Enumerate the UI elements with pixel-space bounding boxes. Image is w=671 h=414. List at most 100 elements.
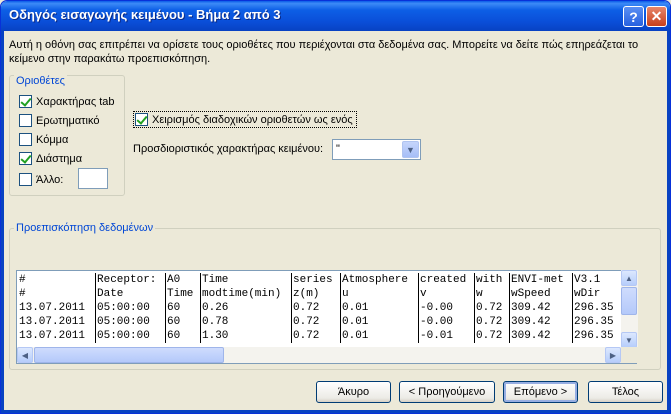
preview-cell: -0.00: [419, 315, 475, 329]
horizontal-scroll-thumb[interactable]: [34, 347, 224, 363]
up-arrow-icon[interactable]: ▲: [621, 270, 637, 286]
preview-cell: #: [18, 287, 96, 301]
other-delimiter-input[interactable]: [78, 168, 108, 189]
preview-cell: V3.1: [573, 273, 622, 287]
window-border-left: [1, 31, 4, 413]
preview-legend: Προεπισκόπηση δεδομένων: [14, 222, 156, 234]
preview-cell: Receptor:: [96, 273, 166, 287]
text-qualifier-value: ": [336, 143, 340, 155]
comma-checkbox[interactable]: Κόμμα: [19, 133, 68, 146]
preview-cell: 0.72: [292, 301, 341, 315]
close-button[interactable]: ✕: [646, 6, 667, 27]
preview-cell: 296.35: [573, 315, 622, 329]
preview-cell: modtime(min): [201, 287, 292, 301]
preview-cell: -0.01: [419, 329, 475, 343]
preview-cell: 0.72: [292, 315, 341, 329]
semicolon-checkbox[interactable]: Ερωτηματικό: [19, 114, 99, 127]
preview-row: # Receptor: A0 Time series Atmosphere created w…: [18, 273, 636, 287]
preview-cell: 0.78: [201, 315, 292, 329]
checkbox-box[interactable]: [19, 95, 32, 108]
preview-table: # Receptor: A0 Time series Atmosphere created w…: [18, 273, 636, 343]
preview-cell: 05:00:00: [96, 329, 166, 343]
preview-cell: series: [292, 273, 341, 287]
comma-checkbox-label: Κόμμα: [36, 133, 69, 146]
space-checkbox[interactable]: Διάστημα: [19, 152, 82, 165]
window-border-right: [667, 31, 670, 413]
preview-cell: 0.72: [475, 329, 510, 343]
preview-cell: wSpeed: [510, 287, 573, 301]
preview-cell: 05:00:00: [96, 301, 166, 315]
preview-cell: 13.07.2011: [18, 301, 96, 315]
tab-checkbox[interactable]: Χαρακτήρας tab: [19, 95, 115, 108]
preview-cell: 60: [166, 315, 201, 329]
space-checkbox-label: Διάστημα: [36, 152, 83, 165]
semicolon-checkbox-label: Ερωτηματικό: [36, 114, 100, 127]
preview-cell: -0.00: [419, 301, 475, 315]
preview-row: 13.07.2011 05:00:00 60 0.78 0.72 0.01 -0.00 0.7…: [18, 315, 636, 329]
checkbox-box[interactable]: [19, 173, 32, 186]
preview-cell: u: [341, 287, 419, 301]
checkbox-box[interactable]: [19, 114, 32, 127]
vertical-scroll-thumb[interactable]: [621, 287, 637, 315]
preview-cell: 0.01: [341, 329, 419, 343]
preview-cell: 13.07.2011: [18, 315, 96, 329]
preview-cell: 0.72: [292, 329, 341, 343]
preview-row: 13.07.2011 05:00:00 60 0.26 0.72 0.01 -0.00 0.7…: [18, 301, 636, 315]
preview-cell: created: [419, 273, 475, 287]
preview-cell: w: [475, 287, 510, 301]
preview-cell: 60: [166, 301, 201, 315]
finish-button[interactable]: Τέλος: [588, 381, 663, 403]
text-import-wizard-window: Οδηγός εισαγωγής κειμένου - Βήμα 2 από 3…: [0, 0, 671, 414]
cancel-button[interactable]: Άκυρο: [316, 381, 391, 403]
vertical-scrollbar[interactable]: ▲ ▼: [621, 270, 638, 348]
preview-cell: 0.26: [201, 301, 292, 315]
text-qualifier-select[interactable]: " ▼: [332, 139, 421, 160]
intro-text: Αυτή η οθόνη σας επιτρέπει να ορίσετε το…: [9, 39, 639, 65]
preview-cell: 0.72: [475, 315, 510, 329]
preview-cell: Time: [201, 273, 292, 287]
checkbox-box[interactable]: [19, 152, 32, 165]
checkbox-box[interactable]: [135, 113, 148, 126]
preview-cell: 0.01: [341, 301, 419, 315]
horizontal-scrollbar[interactable]: ◀ ▶: [17, 347, 621, 363]
title-bar[interactable]: Οδηγός εισαγωγής κειμένου - Βήμα 2 από 3…: [1, 1, 670, 31]
scrollbar-corner: [621, 347, 638, 363]
other-checkbox[interactable]: Άλλο:: [19, 173, 63, 186]
preview-cell: with: [475, 273, 510, 287]
preview-cell: ENVI-met: [510, 273, 573, 287]
preview-cell: #: [18, 273, 96, 287]
preview-cell: v: [419, 287, 475, 301]
next-button[interactable]: Επόμενο >: [503, 381, 578, 403]
preview-cell: Time: [166, 287, 201, 301]
checkbox-box[interactable]: [19, 133, 32, 146]
preview-row: #DateTimemodtime(min)z(m)uvwwSpeedwDirT: [18, 287, 636, 301]
right-arrow-icon[interactable]: ▶: [605, 347, 621, 363]
preview-cell: 0.01: [341, 315, 419, 329]
preview-cell: Atmosphere: [341, 273, 419, 287]
back-button[interactable]: < Προηγούμενο: [399, 381, 495, 403]
window-border-bottom: [1, 410, 670, 413]
preview-cell: 296.35: [573, 301, 622, 315]
preview-cell: 60: [166, 329, 201, 343]
preview-row: 13.07.2011 05:00:00 60 1.30 0.72 0.01 -0.01 0.7…: [18, 329, 636, 343]
consecutive-delimiters-label: Χειρισμός διαδοχικών οριοθετών ως ενός: [152, 113, 353, 126]
tab-checkbox-label: Χαρακτήρας tab: [36, 95, 115, 108]
preview-cell: 309.42: [510, 329, 573, 343]
preview-cell: z(m): [292, 287, 341, 301]
window-title: Οδηγός εισαγωγής κειμένου - Βήμα 2 από 3: [9, 7, 281, 22]
preview-cell: 05:00:00: [96, 315, 166, 329]
preview-cell: 309.42: [510, 315, 573, 329]
preview-cell: 0.72: [475, 301, 510, 315]
preview-cell: Date: [96, 287, 166, 301]
consecutive-delimiters-checkbox[interactable]: Χειρισμός διαδοχικών οριοθετών ως ενός: [133, 111, 357, 128]
chevron-down-icon[interactable]: ▼: [402, 141, 419, 158]
help-button[interactable]: ?: [623, 6, 644, 27]
text-qualifier-label: Προσδιοριστικός χαρακτήρας κειμένου:: [133, 143, 324, 155]
preview-cell: wDir: [573, 287, 622, 301]
down-arrow-icon[interactable]: ▼: [621, 332, 637, 348]
delimiters-legend: Οριοθέτες: [14, 75, 67, 87]
left-arrow-icon[interactable]: ◀: [17, 347, 33, 363]
preview-cell: A0: [166, 273, 201, 287]
preview-cell: 13.07.2011: [18, 329, 96, 343]
other-checkbox-label: Άλλο:: [36, 173, 64, 186]
